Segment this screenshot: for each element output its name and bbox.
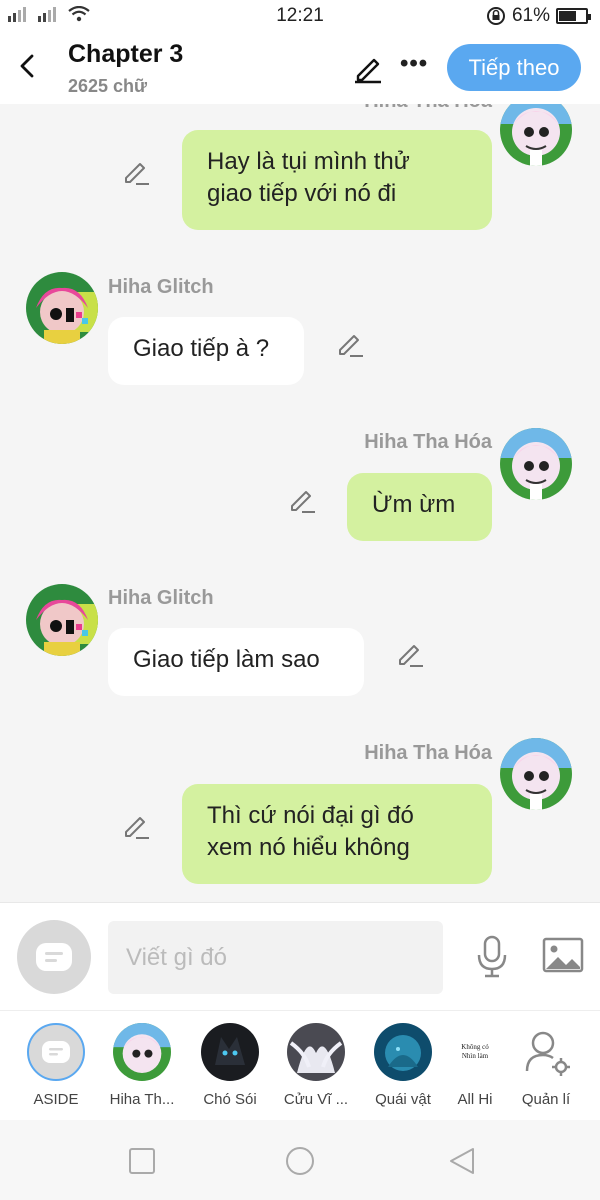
character-cho-soi[interactable]: Chó Sói (190, 1023, 270, 1108)
aside-avatar (27, 1023, 85, 1081)
edit-pencil-icon[interactable] (352, 52, 384, 84)
edit-message-pencil-icon[interactable] (122, 158, 150, 186)
chat-area[interactable]: Hiha Tha Hóa Hay là tụi mình thử giao ti… (0, 104, 600, 902)
next-chapter-button[interactable]: Tiếp theo (447, 44, 581, 91)
system-nav-bar (0, 1120, 600, 1200)
battery-icon (556, 8, 591, 24)
user-settings-icon (525, 1031, 570, 1076)
avatar[interactable] (500, 738, 572, 810)
message-author: Hiha Tha Hóa (364, 431, 492, 453)
avatar (287, 1023, 345, 1081)
character-avatar-icon (500, 428, 572, 500)
character-all-hi[interactable]: Không có Nhìn làm All Hi (435, 1023, 515, 1108)
message-input[interactable] (108, 921, 443, 994)
character-avatar-icon (26, 584, 98, 656)
message-bubble[interactable]: Ừm ừm (347, 473, 492, 541)
message-line: Thì cứ nói đại gì đó (207, 802, 414, 829)
message-author: Hiha Glitch (108, 276, 214, 298)
character-avatar-icon (26, 272, 98, 344)
status-bar: 12:21 61% (0, 0, 600, 32)
chat-bubble-icon (42, 1041, 70, 1063)
message-author: Hiha Glitch (108, 587, 214, 609)
rotation-lock-icon (486, 7, 505, 25)
avatar-caption: Không có Nhìn làm (461, 1043, 489, 1060)
character-quai-vat[interactable]: Quái vật (363, 1023, 443, 1108)
wolf-avatar-icon (201, 1023, 259, 1081)
avatar[interactable] (26, 584, 98, 656)
recents-square-icon[interactable] (127, 1146, 157, 1176)
character-selector: ASIDE Hiha Th... Chó Sói Cửu Vĩ ... Quái… (0, 1010, 600, 1120)
avatar (201, 1023, 259, 1081)
message-line: giao tiếp với nó đi (207, 180, 397, 207)
message-line: xem nó hiểu không (207, 834, 410, 861)
avatar[interactable] (500, 428, 572, 500)
message-bubble[interactable]: Hay là tụi mình thử giao tiếp với nó đi (182, 130, 492, 230)
message-bubble[interactable]: Giao tiếp à ? (108, 317, 304, 385)
edit-message-pencil-icon[interactable] (122, 812, 150, 840)
edit-message-pencil-icon[interactable] (396, 640, 424, 668)
character-label: Chó Sói (203, 1091, 257, 1108)
message-line: Hay là tụi mình thử (207, 148, 410, 175)
back-arrow-icon[interactable] (14, 52, 42, 80)
chat-bubble-icon (36, 943, 72, 971)
avatar[interactable] (500, 104, 572, 166)
message-bubble[interactable]: Thì cứ nói đại gì đó xem nó hiểu không (182, 784, 492, 884)
image-icon[interactable] (542, 937, 584, 973)
character-avatar-icon (500, 738, 572, 810)
message-author: Hiha Tha Hóa (364, 742, 492, 764)
fox-avatar-icon (287, 1023, 345, 1081)
chapter-header: Chapter 3 2625 chữ ••• Tiếp theo (0, 32, 600, 104)
character-label: All Hi (457, 1091, 493, 1108)
word-count: 2625 chữ (68, 76, 148, 96)
message-author: Hiha Tha Hóa (364, 104, 492, 113)
character-label: Hiha Th... (109, 1091, 175, 1108)
character-hiha-tha-hoa[interactable]: Hiha Th... (102, 1023, 182, 1108)
back-triangle-icon[interactable] (447, 1146, 477, 1176)
message-line: Ừm ừm (372, 491, 456, 518)
character-aside[interactable]: ASIDE (16, 1023, 96, 1108)
more-options-icon[interactable]: ••• (400, 50, 428, 78)
aside-toggle-button[interactable] (17, 920, 91, 994)
character-avatar-icon (500, 104, 572, 166)
home-circle-icon[interactable] (285, 1146, 315, 1176)
character-label: Quái vật (375, 1091, 431, 1108)
character-label: Cửu Vĩ ... (283, 1091, 349, 1108)
character-avatar-icon (113, 1023, 171, 1081)
message-bubble[interactable]: Giao tiếp làm sao (108, 628, 364, 696)
avatar (374, 1023, 432, 1081)
microphone-icon[interactable] (474, 935, 510, 979)
battery-percent: 61% (511, 5, 550, 26)
message-line: Giao tiếp à ? (133, 335, 270, 362)
edit-message-pencil-icon[interactable] (336, 330, 364, 358)
manage-avatar (517, 1023, 575, 1081)
edit-message-pencil-icon[interactable] (288, 486, 316, 514)
compose-bar (0, 902, 600, 1010)
avatar: Không có Nhìn làm (446, 1023, 504, 1081)
message-line: Giao tiếp làm sao (133, 646, 320, 673)
status-right: 61% (486, 5, 591, 27)
chapter-title: Chapter 3 (68, 40, 184, 68)
avatar[interactable] (26, 272, 98, 344)
avatar (113, 1023, 171, 1081)
manage-characters[interactable]: Quản lí (506, 1023, 586, 1108)
character-label: Quản lí (521, 1091, 571, 1108)
character-label: ASIDE (33, 1091, 79, 1108)
monster-avatar-icon (374, 1023, 432, 1081)
character-cuu-vi[interactable]: Cửu Vĩ ... (276, 1023, 356, 1108)
